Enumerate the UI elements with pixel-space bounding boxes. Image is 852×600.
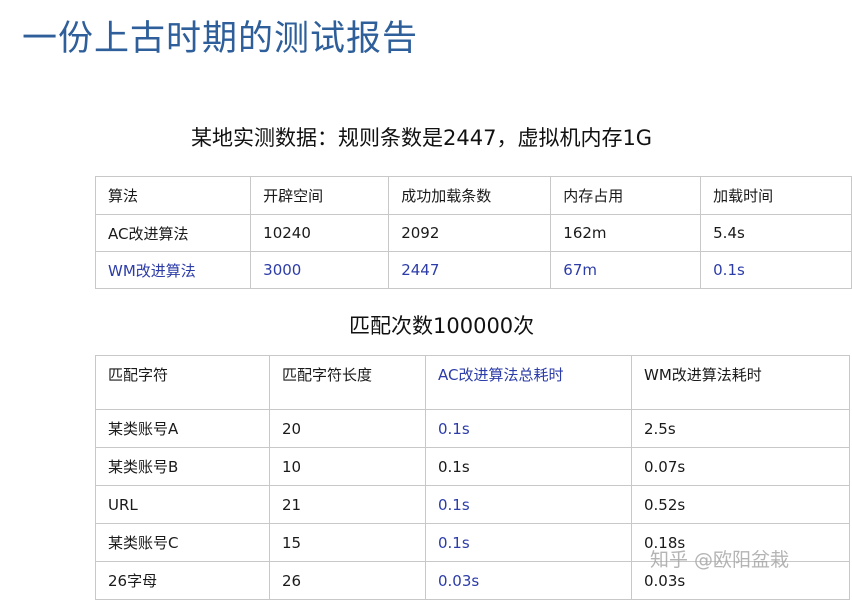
cell: 0.1s <box>425 447 632 486</box>
cell: 15 <box>269 523 426 562</box>
cell: 0.1s <box>425 523 632 562</box>
cell: 0.1s <box>425 409 632 448</box>
cell: 某类账号B <box>95 447 270 486</box>
table-row: 某类账号A 20 0.1s 2.5s <box>95 409 850 448</box>
cell: 10240 <box>250 214 390 252</box>
table-row: URL 21 0.1s 0.52s <box>95 485 850 524</box>
table-row: AC改进算法 10240 2092 162m 5.4s <box>94 214 852 252</box>
cell: 2.5s <box>631 409 850 448</box>
header-cell: 匹配字符长度 <box>269 355 426 410</box>
cell: 0.1s <box>700 251 852 289</box>
table-row: WM改进算法 3000 2447 67m 0.1s <box>94 251 852 289</box>
header-cell: 开辟空间 <box>250 176 390 215</box>
table-header-row: 算法 开辟空间 成功加载条数 内存占用 加载时间 <box>94 176 852 215</box>
cell: 某类账号A <box>95 409 270 448</box>
cell: 5.4s <box>700 214 852 252</box>
header-cell: AC改进算法总耗时 <box>425 355 632 410</box>
cell: 26 <box>269 561 426 600</box>
cell: 21 <box>269 485 426 524</box>
cell: 某类账号C <box>95 523 270 562</box>
cell: 3000 <box>250 251 390 289</box>
load-test-table: 算法 开辟空间 成功加载条数 内存占用 加载时间 AC改进算法 10240 20… <box>94 176 852 289</box>
table-header-row: 匹配字符 匹配字符长度 AC改进算法总耗时 WM改进算法耗时 <box>95 355 850 410</box>
cell: WM改进算法 <box>94 251 252 289</box>
section1-title: 某地实测数据：规则条数是2447，虚拟机内存1G <box>191 126 653 150</box>
cell: 0.03s <box>425 561 632 600</box>
cell: AC改进算法 <box>94 214 252 252</box>
cell: 10 <box>269 447 426 486</box>
cell: 0.1s <box>425 485 632 524</box>
header-cell: 内存占用 <box>550 176 702 215</box>
section2-title: 匹配次数100000次 <box>349 314 535 338</box>
table-row: 某类账号B 10 0.1s 0.07s <box>95 447 850 486</box>
cell: 20 <box>269 409 426 448</box>
header-cell: 匹配字符 <box>95 355 270 410</box>
watermark: 知乎 @欧阳盆栽 <box>650 549 790 571</box>
header-cell: WM改进算法耗时 <box>631 355 850 410</box>
page-title: 一份上古时期的测试报告 <box>22 19 419 59</box>
header-cell: 加载时间 <box>700 176 852 215</box>
cell: 162m <box>550 214 702 252</box>
header-cell: 算法 <box>94 176 252 215</box>
cell: 0.07s <box>631 447 850 486</box>
cell: URL <box>95 485 270 524</box>
cell: 0.52s <box>631 485 850 524</box>
header-cell: 成功加载条数 <box>388 176 552 215</box>
cell: 2447 <box>388 251 552 289</box>
cell: 2092 <box>388 214 552 252</box>
cell: 26字母 <box>95 561 270 600</box>
cell: 67m <box>550 251 702 289</box>
